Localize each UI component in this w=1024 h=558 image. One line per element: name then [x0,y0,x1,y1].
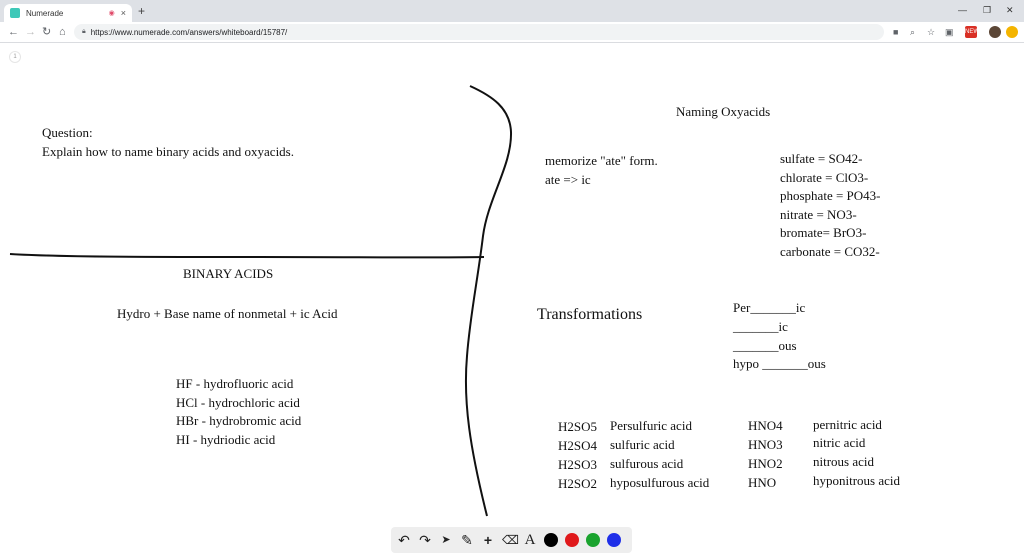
bookmark-star-icon[interactable]: ☆ [927,26,935,38]
add-icon[interactable]: + [481,532,495,548]
nitrogen-acid-formula: HNO3 [748,437,783,452]
minimize-button[interactable]: — [958,5,967,15]
extension-badge-icon[interactable]: NEW [965,26,979,38]
text-tool-icon[interactable]: A [523,532,537,548]
back-arrow-icon[interactable]: ← [8,25,19,39]
restore-button[interactable]: ❐ [983,5,991,15]
sulfur-acid-formula: H2SO2 [558,476,598,491]
polyatomic-ion: sulfate = SO42- [780,151,863,166]
polyatomic-ion: chlorate = ClO3- [780,170,869,185]
binary-acids-formula: Hydro + Base name of nonmetal + ic Acid [117,306,338,321]
redo-icon[interactable]: ↷ [418,532,432,548]
address-url[interactable]: https://www.numerade.com/answers/whitebo… [91,28,288,37]
numerade-favicon-icon [10,8,20,18]
nitrogen-acid-formula: HNO [748,475,777,490]
binary-example: HBr - hydrobromic acid [176,413,302,428]
transformations-label: Transformations [537,306,643,323]
browser-toolbar: ← → ↻ ⌂ 🔒︎ https://www.numerade.com/answ… [0,22,1024,43]
polyatomic-ion: nitrate = NO3- [780,207,857,222]
speaker-icon[interactable]: ◉ [109,9,115,17]
color-swatch-black[interactable] [544,533,558,547]
pen-icon[interactable]: ✎ [460,532,474,548]
eraser-icon[interactable]: ⌫ [502,532,519,548]
sulfur-acid-name: hyposulfurous acid [610,475,710,490]
sulfur-acid-name: Persulfuric acid [610,418,692,433]
home-icon[interactable]: ⌂ [59,25,66,39]
zoom-search-icon[interactable]: ⌕ [910,26,915,38]
color-swatch-blue[interactable] [607,533,621,547]
memorize-note: ate => ic [545,172,591,187]
drawing-toolbar: ↶ ↷ ➤ ✎ + ⌫ A [391,527,632,553]
lock-icon: 🔒︎ [82,28,86,35]
nitrogen-acid-name: hyponitrous acid [813,473,901,488]
forward-arrow-icon[interactable]: → [25,25,36,39]
page-indicator[interactable]: 1 [9,51,21,63]
transformation-rule: _______ic [733,319,788,334]
sulfur-acid-name: sulfuric acid [610,437,675,452]
browser-tab-strip: Numerade ◉ × + — ❐ ✕ [0,0,1024,22]
transformation-rule: Per_______ic [733,300,806,315]
nitrogen-acid-name: pernitric acid [813,417,882,432]
tab-title: Numerade [26,8,64,18]
address-bar[interactable]: 🔒︎ https://www.numerade.com/answers/whit… [74,24,884,40]
undo-icon[interactable]: ↶ [397,532,411,548]
sulfur-acid-formula: H2SO5 [558,419,598,434]
transformation-rule: hypo _______ous [733,356,826,371]
new-tab-button[interactable]: + [138,5,145,17]
reload-icon[interactable]: ↻ [42,25,51,39]
nitrogen-acid-formula: HNO2 [748,456,783,471]
memorize-note: memorize "ate" form. [545,153,658,168]
question-text: Explain how to name binary acids and oxy… [42,144,294,159]
color-swatch-red[interactable] [565,533,579,547]
polyatomic-ion: phosphate = PO43- [780,188,881,203]
transformation-rule: _______ous [733,338,797,353]
question-label: Question: [42,125,93,140]
nitrogen-acid-name: nitrous acid [813,454,875,469]
browser-tab[interactable]: Numerade ◉ × [4,4,132,22]
camera-icon[interactable]: ■ [893,26,898,38]
close-window-button[interactable]: ✕ [1006,5,1014,15]
polyatomic-ion: carbonate = CO32- [780,244,880,259]
sulfur-acid-formula: H2SO4 [558,438,598,453]
tab-close-icon[interactable]: × [121,8,126,18]
extension-icon[interactable]: ▣ [945,26,954,38]
profile-avatar[interactable] [989,26,1001,38]
color-swatch-green[interactable] [586,533,600,547]
polyatomic-ion: bromate= BrO3- [780,225,867,240]
binary-example: HCl - hydrochloric acid [176,395,300,410]
binary-example: HI - hydriodic acid [176,432,276,447]
nitrogen-acid-name: nitric acid [813,435,866,450]
nitrogen-acid-formula: HNO4 [748,418,783,433]
oxyacids-title: Naming Oxyacids [676,104,771,119]
binary-acids-title: BINARY ACIDS [183,266,274,281]
extension-yellow-icon[interactable] [1006,26,1018,38]
sulfur-acid-formula: H2SO3 [558,457,598,472]
binary-example: HF - hydrofluoric acid [176,376,294,391]
pointer-icon[interactable]: ➤ [439,532,453,548]
sulfur-acid-name: sulfurous acid [610,456,684,471]
